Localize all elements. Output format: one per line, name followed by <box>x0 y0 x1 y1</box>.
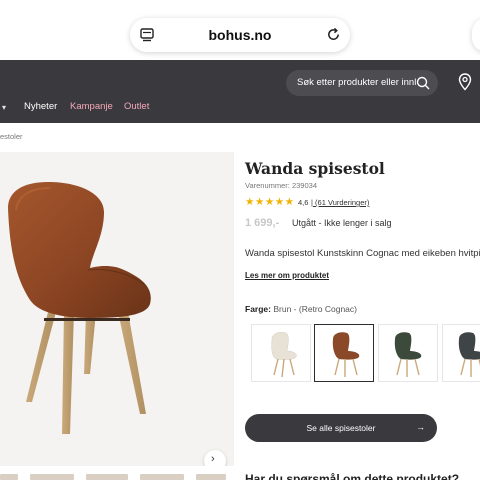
chevron-right-icon: › <box>211 453 215 465</box>
reviews-link-label: (61 Vurderinger) <box>315 198 370 207</box>
url-bar[interactable]: bohus.no <box>130 18 350 52</box>
chair-photo <box>8 182 151 434</box>
reviews-link[interactable]: | (61 Vurderinger) <box>311 198 369 207</box>
cta-label: Se alle spisestoler <box>306 423 376 433</box>
see-all-dining-chairs-button[interactable]: Se alle spisestoler → <box>245 414 437 442</box>
read-more-link[interactable]: Les mer om produktet <box>245 271 329 280</box>
browser-bar: bohus.no <box>0 0 480 60</box>
color-label-prefix: Farge: <box>245 304 271 314</box>
search-input[interactable]: Søk etter produkter eller innl <box>286 70 438 96</box>
breadcrumb[interactable]: estoler <box>0 132 23 141</box>
site-header: Søk etter produkter eller innl ▾ Nyheter… <box>0 60 480 123</box>
chair-thumbnail-image <box>332 332 360 377</box>
tab-overview-button[interactable] <box>472 18 480 52</box>
thumbnail-strip <box>0 474 240 480</box>
product-sku: Varenummer: 239034 <box>245 181 317 190</box>
thumbnail[interactable] <box>140 474 184 480</box>
rating-row: ★★★★★ 4,6 | (61 Vurderinger) <box>245 196 445 208</box>
reload-icon[interactable] <box>326 27 341 42</box>
chair-thumbnail-image <box>271 332 297 378</box>
color-swatch-dark-grey[interactable] <box>442 324 480 382</box>
search-icon[interactable] <box>416 76 430 90</box>
url-text: bohus.no <box>208 27 272 43</box>
stock-status: Utgått - Ikke lenger i salg <box>292 218 392 228</box>
thumbnail[interactable] <box>30 474 74 480</box>
search-placeholder: Søk etter produkter eller innl <box>297 77 417 88</box>
product-description: Wanda spisestol Kunstskinn Cognac med ei… <box>245 248 480 259</box>
chair-thumbnail-image <box>394 332 422 377</box>
color-swatch-dark-green[interactable] <box>378 324 438 382</box>
thumbnail[interactable] <box>196 474 226 480</box>
color-label: Farge: Brun - (Retro Cognac) <box>245 304 357 314</box>
rating-value: 4,6 <box>298 198 309 207</box>
color-label-value: Brun - (Retro Cognac) <box>273 304 357 314</box>
nav-item-kampanje[interactable]: Kampanje <box>70 101 113 112</box>
chevron-down-icon[interactable]: ▾ <box>2 103 6 112</box>
star-rating-icon: ★★★★★ <box>245 196 295 208</box>
product-title: Wanda spisestol <box>245 159 385 178</box>
chair-thumbnail-image <box>458 332 480 377</box>
next-image-button[interactable]: › <box>204 450 226 466</box>
section-heading: Har du spørsmål om dette produktet? <box>245 472 460 480</box>
arrow-right-icon: → <box>416 422 425 432</box>
store-location-icon[interactable] <box>458 73 472 91</box>
thumbnail[interactable] <box>86 474 128 480</box>
nav-item-nyheter[interactable]: Nyheter <box>24 101 57 112</box>
rating-separator: | <box>311 198 313 207</box>
product-price: 1 699,- <box>245 217 280 229</box>
color-swatch-cream[interactable] <box>251 324 311 382</box>
thumbnail[interactable] <box>0 474 18 480</box>
color-swatch-cognac[interactable] <box>314 324 374 382</box>
product-image[interactable]: › <box>0 152 234 466</box>
nav-item-outlet[interactable]: Outlet <box>124 101 149 112</box>
